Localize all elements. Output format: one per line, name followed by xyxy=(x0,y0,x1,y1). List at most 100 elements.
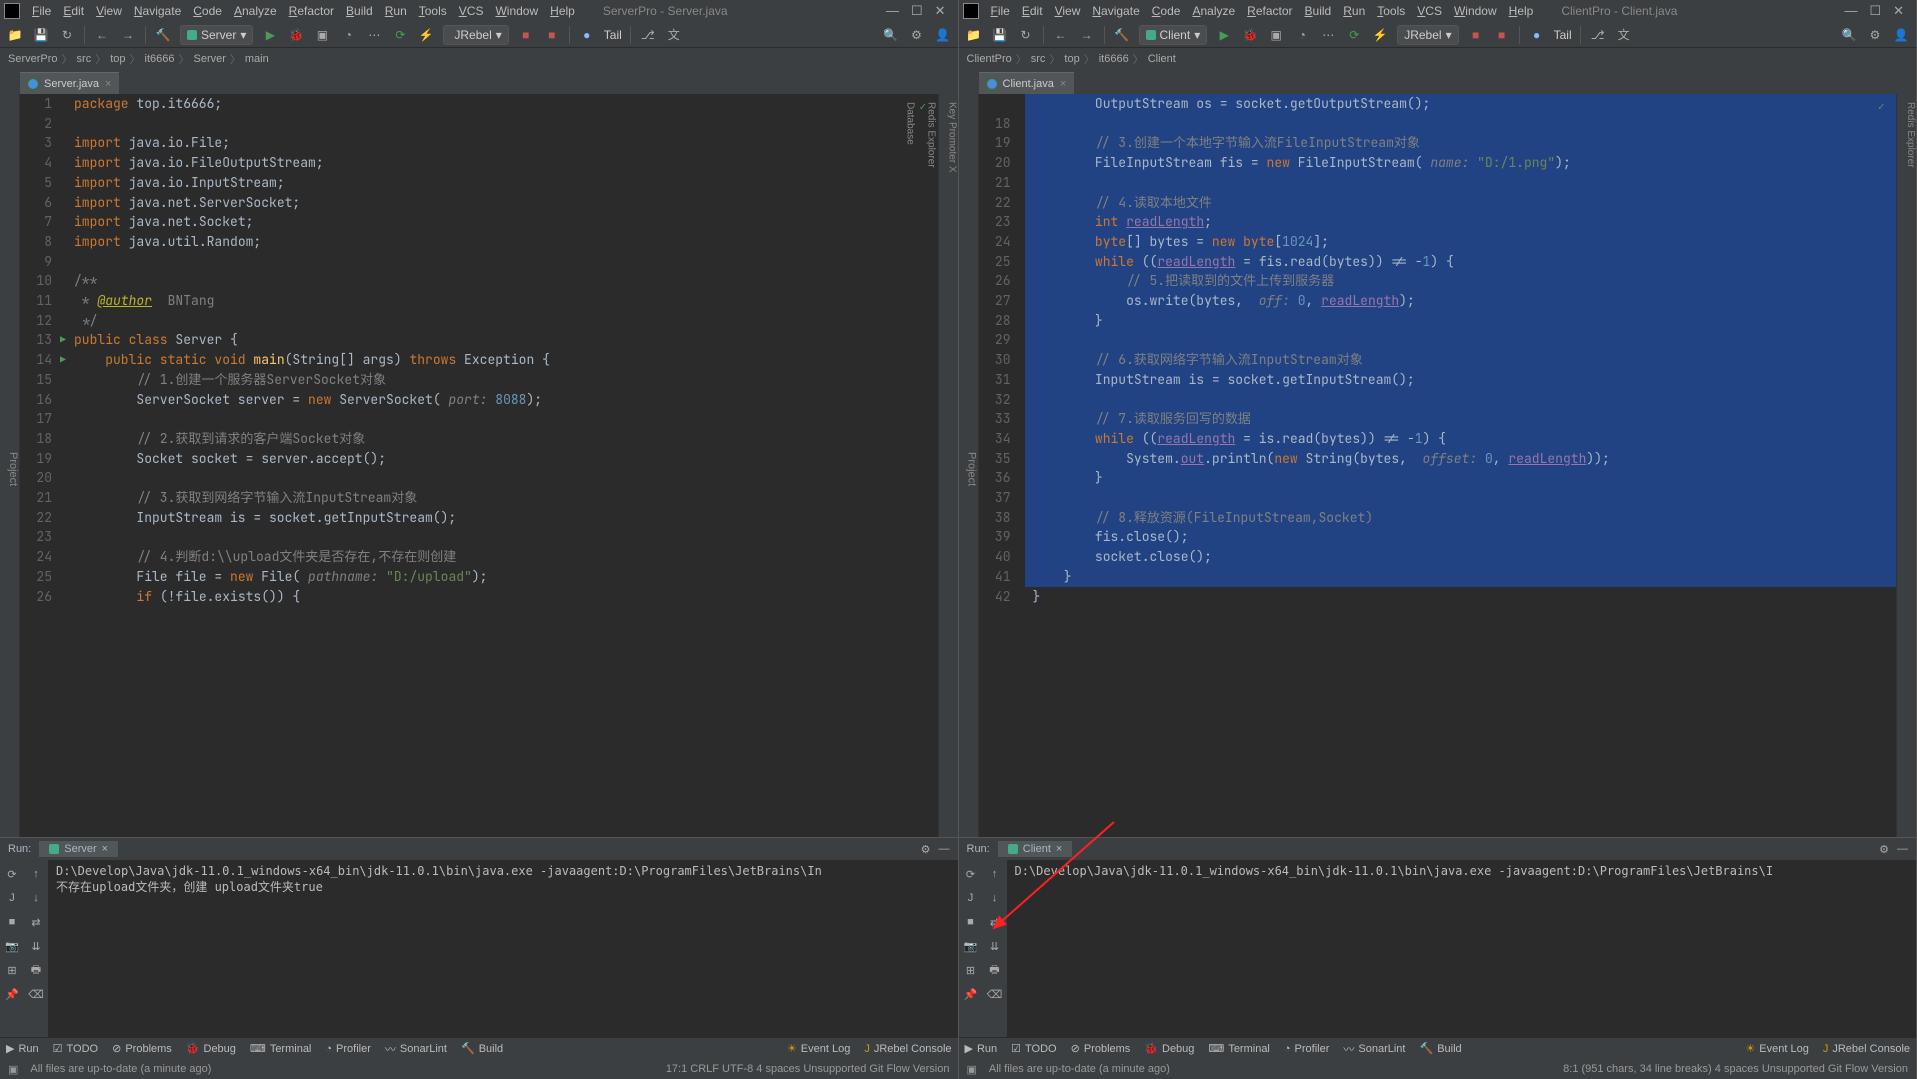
rerun-icon[interactable]: ⟳ xyxy=(963,866,979,882)
print-icon[interactable]: 🖶 xyxy=(987,962,1003,978)
code-line[interactable]: 40 socket.close(); xyxy=(979,547,1897,567)
console-right[interactable]: D:\Develop\Java\jdk-11.0.1_windows-x64_b… xyxy=(1007,860,1917,1037)
layout-icon[interactable]: ⊞ xyxy=(4,962,20,978)
bottom-build[interactable]: 🔨 Build xyxy=(461,1042,503,1055)
run-settings-icon[interactable]: ⚙ xyxy=(1879,843,1889,856)
menu-tools[interactable]: Tools xyxy=(1371,2,1411,20)
code-line[interactable]: 7import java.net.Socket; xyxy=(20,212,938,232)
bottom-run[interactable]: ▶ Run xyxy=(965,1042,998,1055)
menu-view[interactable]: View xyxy=(1049,2,1087,20)
code-line[interactable]: 28 } xyxy=(979,311,1897,331)
more-icon[interactable]: ⋯ xyxy=(365,26,383,44)
maximize-button[interactable]: ☐ xyxy=(911,3,923,19)
build-icon[interactable]: 🔨 xyxy=(1113,26,1131,44)
clear-icon[interactable]: ⌫ xyxy=(987,986,1003,1002)
camera-icon[interactable]: 📷 xyxy=(4,938,20,954)
bottom-sonarlint[interactable]: 〰 SonarLint xyxy=(385,1041,447,1057)
back-icon[interactable]: ← xyxy=(93,26,111,44)
bottom-terminal[interactable]: ⌨ Terminal xyxy=(250,1042,311,1055)
tail-label[interactable]: Tail xyxy=(1554,28,1572,42)
code-line[interactable]: 41 } xyxy=(979,567,1897,587)
minimize-button[interactable]: — xyxy=(886,3,899,19)
code-line[interactable]: 37 xyxy=(979,488,1897,508)
menu-file[interactable]: File xyxy=(26,2,57,20)
up-icon[interactable]: ↑ xyxy=(28,866,44,882)
run-tab[interactable]: Server × xyxy=(39,841,118,857)
tool-redis-explorer[interactable]: Redis Explorer xyxy=(1905,102,1916,837)
breadcrumb-item[interactable]: ServerPro xyxy=(8,53,58,65)
code-line[interactable]: 21 // 3.获取到网络字节输入流InputStream对象 xyxy=(20,488,938,508)
close-run-tab-icon[interactable]: × xyxy=(102,843,108,855)
down-icon[interactable]: ↓ xyxy=(987,890,1003,906)
code-line[interactable]: 16 ServerSocket server = new ServerSocke… xyxy=(20,390,938,410)
settings-icon[interactable]: ⚙ xyxy=(908,26,926,44)
run-icon[interactable]: ▶ xyxy=(261,26,279,44)
breadcrumb-item[interactable]: ClientPro xyxy=(967,53,1012,65)
jrebel-selector[interactable]: JRebel▾ xyxy=(1397,25,1458,45)
clear-icon[interactable]: ⌫ xyxy=(28,986,44,1002)
debug-icon[interactable]: 🐞 xyxy=(1241,26,1259,44)
print-icon[interactable]: 🖶 xyxy=(28,962,44,978)
breadcrumb-item[interactable]: it6666 xyxy=(145,53,175,65)
code-line[interactable]: 42} xyxy=(979,587,1897,607)
pin-icon[interactable]: 📌 xyxy=(963,986,979,1002)
back-icon[interactable]: ← xyxy=(1052,26,1070,44)
jrebel-tool-icon[interactable]: J xyxy=(4,890,20,906)
menu-edit[interactable]: Edit xyxy=(1016,2,1049,20)
bottom-problems[interactable]: ⊘ Problems xyxy=(1071,1042,1131,1055)
code-line[interactable]: 19 // 3.创建一个本地字节输入流FileInputStream对象 xyxy=(979,133,1897,153)
console-left[interactable]: D:\Develop\Java\jdk-11.0.1_windows-x64_b… xyxy=(48,860,958,1037)
code-editor-right[interactable]: ✓ OutputStream os = socket.getOutputStre… xyxy=(979,94,1897,837)
code-line[interactable]: 12 */ xyxy=(20,311,938,331)
coverage-icon[interactable]: ▣ xyxy=(1267,26,1285,44)
breadcrumb-item[interactable]: Server xyxy=(193,53,225,65)
bottom-sonarlint[interactable]: 〰 SonarLint xyxy=(1343,1041,1405,1057)
camera-icon[interactable]: 📷 xyxy=(963,938,979,954)
bottom-profiler[interactable]: ◔ Profiler xyxy=(325,1043,371,1055)
menu-vcs[interactable]: VCS xyxy=(453,2,490,20)
close-button[interactable]: ✕ xyxy=(935,3,946,19)
code-line[interactable]: 30 // 6.获取网络字节输入流InputStream对象 xyxy=(979,350,1897,370)
code-line[interactable]: 4import java.io.FileOutputStream; xyxy=(20,153,938,173)
code-line[interactable]: 24 // 4.判断d:\\upload文件夹是否存在,不存在则创建 xyxy=(20,547,938,567)
code-line[interactable]: 17 xyxy=(20,409,938,429)
menu-analyze[interactable]: Analyze xyxy=(228,2,283,20)
sync-icon[interactable]: ↻ xyxy=(58,26,76,44)
bottom-terminal[interactable]: ⌨ Terminal xyxy=(1208,1042,1269,1055)
menu-run[interactable]: Run xyxy=(1337,2,1371,20)
code-line[interactable]: 24 byte[] bytes = new byte[1024]; xyxy=(979,232,1897,252)
code-line[interactable]: 18 xyxy=(979,114,1897,134)
scroll-icon[interactable]: ⇊ xyxy=(28,938,44,954)
stop-icon[interactable]: ■ xyxy=(517,26,535,44)
code-line[interactable]: 3import java.io.File; xyxy=(20,133,938,153)
bottom-build[interactable]: 🔨 Build xyxy=(1419,1042,1461,1055)
tool-window-icon[interactable]: ▣ xyxy=(8,1063,18,1076)
settings-icon[interactable]: ⚙ xyxy=(1866,26,1884,44)
code-line[interactable]: 14▶ public static void main(String[] arg… xyxy=(20,350,938,370)
menu-navigate[interactable]: Navigate xyxy=(128,2,187,20)
sync-icon[interactable]: ↻ xyxy=(1017,26,1035,44)
code-line[interactable]: 5import java.io.InputStream; xyxy=(20,173,938,193)
close-button[interactable]: ✕ xyxy=(1893,3,1904,19)
rerun-icon[interactable]: ⟳ xyxy=(1345,26,1363,44)
code-line[interactable]: 22 InputStream is = socket.getInputStrea… xyxy=(20,508,938,528)
bottom-run[interactable]: ▶ Run xyxy=(6,1042,39,1055)
menu-navigate[interactable]: Navigate xyxy=(1086,2,1145,20)
profile-icon[interactable]: ◔ xyxy=(339,26,357,44)
project-tool[interactable]: Project xyxy=(0,94,20,837)
hide-icon[interactable]: — xyxy=(1897,843,1908,855)
breadcrumb-item[interactable]: top xyxy=(1064,53,1079,65)
debug-icon[interactable]: 🐞 xyxy=(287,26,305,44)
stop2-icon[interactable]: ■ xyxy=(1493,26,1511,44)
code-line[interactable]: 8import java.util.Random; xyxy=(20,232,938,252)
menu-window[interactable]: Window xyxy=(1448,2,1503,20)
git-icon[interactable]: ⎇ xyxy=(1589,26,1607,44)
tail-label[interactable]: Tail xyxy=(604,28,622,42)
menu-refactor[interactable]: Refactor xyxy=(283,2,340,20)
save-icon[interactable]: 💾 xyxy=(991,26,1009,44)
code-line[interactable]: 27 os.write(bytes, off: 0, readLength); xyxy=(979,291,1897,311)
minimize-button[interactable]: — xyxy=(1844,3,1857,19)
code-line[interactable]: 10/** xyxy=(20,271,938,291)
scroll-icon[interactable]: ⇊ xyxy=(987,938,1003,954)
code-line[interactable]: 31 InputStream is = socket.getInputStrea… xyxy=(979,370,1897,390)
